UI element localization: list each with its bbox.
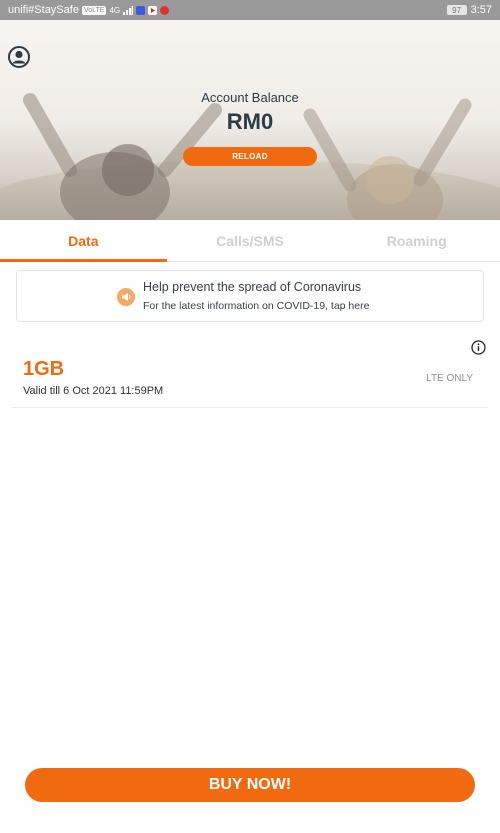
divider xyxy=(12,407,488,408)
status-bar: unifi#StaySafe VoLTE 4G 97 3:57 xyxy=(0,0,500,20)
covid-notice-card[interactable]: Help prevent the spread of Coronavirus F… xyxy=(16,270,484,322)
tab-bar: Data Calls/SMS Roaming xyxy=(0,220,500,262)
volte-badge: VoLTE xyxy=(81,5,107,15)
data-plan-validity: Valid till 6 Oct 2021 11:59PM xyxy=(23,385,164,397)
data-plan-size: 1GB xyxy=(23,358,65,380)
tab-data[interactable]: Data xyxy=(0,220,167,262)
network-type: 4G xyxy=(109,5,121,15)
account-balance-label: Account Balance xyxy=(201,90,299,105)
lte-only-tag: LTE ONLY xyxy=(426,373,473,384)
battery-icon: 97 xyxy=(446,5,467,15)
reload-button[interactable]: RELOAD xyxy=(183,147,317,166)
clock: 3:57 xyxy=(470,4,492,16)
buy-now-button[interactable]: BUY NOW! xyxy=(25,768,475,802)
youtube-icon xyxy=(148,5,158,15)
signal-icon xyxy=(123,5,134,15)
news-notification-icon xyxy=(160,5,170,15)
tab-calls-sms[interactable]: Calls/SMS xyxy=(167,220,334,261)
info-icon[interactable] xyxy=(471,340,486,355)
tab-roaming[interactable]: Roaming xyxy=(333,220,500,261)
megaphone-icon xyxy=(117,288,135,306)
hero-banner: Account Balance RM0 RELOAD xyxy=(0,20,500,220)
app-notification-icon xyxy=(136,5,146,15)
status-left: unifi#StaySafe VoLTE 4G xyxy=(8,4,447,16)
carrier-name: unifi#StaySafe xyxy=(8,4,79,16)
profile-icon[interactable] xyxy=(8,46,30,68)
notice-subtitle: For the latest information on COVID-19, … xyxy=(143,300,370,312)
account-balance-value: RM0 xyxy=(226,109,274,134)
notice-title: Help prevent the spread of Coronavirus xyxy=(143,280,362,294)
status-right: 97 3:57 xyxy=(446,4,492,16)
